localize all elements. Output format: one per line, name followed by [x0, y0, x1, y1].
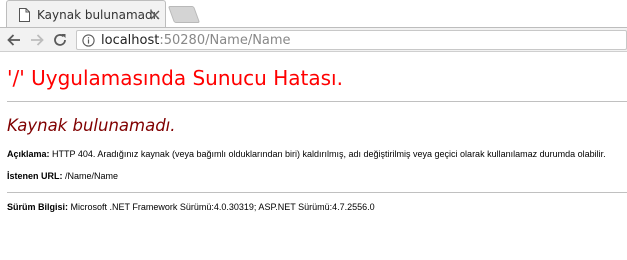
browser-tab[interactable]: Kaynak bulunamadı.	[6, 0, 166, 28]
back-arrow-icon[interactable]	[6, 32, 22, 48]
description-label: Açıklama:	[7, 149, 50, 159]
page-icon	[19, 8, 30, 22]
divider	[7, 192, 627, 193]
divider	[7, 101, 627, 102]
tab-title: Kaynak bulunamadı.	[37, 8, 160, 22]
version-label: Sürüm Bilgisi:	[7, 202, 69, 212]
error-subheading: Kaynak bulunamadı.	[7, 116, 176, 135]
reload-icon[interactable]	[52, 32, 68, 48]
close-icon[interactable]	[150, 10, 160, 20]
description-text: HTTP 404. Aradığınız kaynak (veya bağıml…	[52, 149, 606, 159]
version-line: Sürüm Bilgisi: Microsoft .NET Framework …	[7, 202, 375, 212]
error-heading: '/' Uygulamasında Sunucu Hatası.	[7, 66, 343, 90]
url-path: :50280/Name/Name	[159, 33, 291, 48]
new-tab-button[interactable]	[167, 6, 201, 23]
info-icon[interactable]	[82, 34, 95, 47]
forward-arrow-icon[interactable]	[29, 32, 45, 48]
version-text: Microsoft .NET Framework Sürümü:4.0.3031…	[70, 202, 375, 212]
requested-url-value: /Name/Name	[65, 171, 119, 181]
url-text[interactable]: localhost:50280/Name/Name	[101, 33, 291, 48]
requested-url-line: İstenen URL: /Name/Name	[7, 171, 118, 181]
address-bar[interactable]: localhost:50280/Name/Name	[76, 30, 627, 50]
url-host: localhost	[101, 33, 160, 48]
browser-toolbar: localhost:50280/Name/Name	[0, 27, 627, 52]
requested-url-label: İstenen URL:	[7, 171, 63, 181]
tab-strip: Kaynak bulunamadı.	[0, 0, 627, 28]
description-line: Açıklama: HTTP 404. Aradığınız kaynak (v…	[7, 149, 606, 159]
